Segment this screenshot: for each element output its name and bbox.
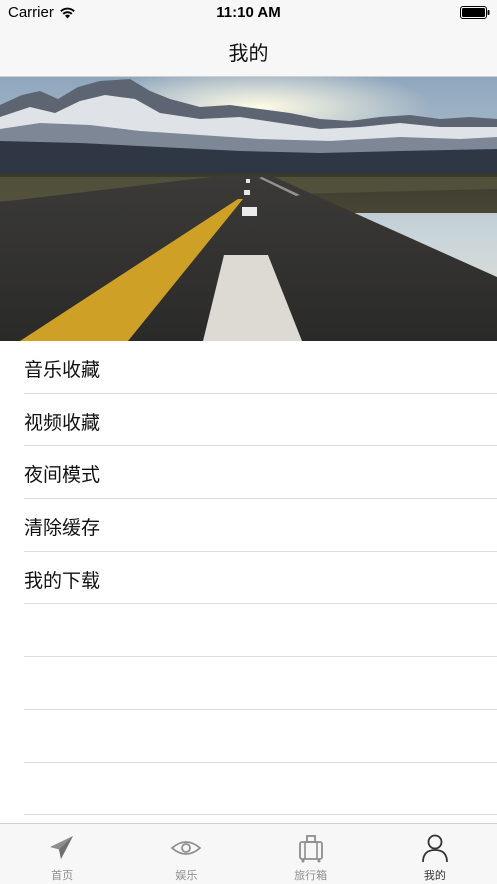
tab-entertainment[interactable]: 娱乐 [124, 824, 248, 884]
tab-label: 旅行箱 [294, 869, 328, 882]
header-banner-image [0, 77, 497, 341]
menu-item-music-favorites[interactable]: 音乐收藏 [24, 341, 497, 394]
tab-label: 首页 [51, 869, 74, 882]
status-time: 11:10 AM [216, 4, 281, 21]
empty-row [24, 657, 497, 710]
tab-suitcase[interactable]: 旅行箱 [249, 824, 373, 884]
person-icon [421, 834, 448, 863]
page-title: 我的 [228, 41, 269, 65]
menu-item-label: 我的下载 [24, 569, 101, 592]
menu-item-label: 视频收藏 [24, 411, 101, 434]
tab-mine[interactable]: 我的 [373, 824, 497, 884]
navigation-bar: 我的 [0, 26, 497, 77]
menu-item-label: 音乐收藏 [24, 359, 101, 381]
menu-item-my-downloads[interactable]: 我的下载 [24, 552, 497, 605]
settings-menu-list: 音乐收藏 视频收藏 夜间模式 清除缓存 我的下载 [0, 341, 497, 823]
tab-home[interactable]: 首页 [0, 824, 124, 884]
menu-item-label: 夜间模式 [24, 464, 101, 487]
menu-item-clear-cache[interactable]: 清除缓存 [24, 499, 497, 552]
menu-item-video-favorites[interactable]: 视频收藏 [24, 394, 497, 447]
tab-bar: 首页 娱乐 旅行箱 我的 [0, 823, 497, 884]
tab-label: 娱乐 [175, 869, 198, 882]
empty-row [24, 710, 497, 763]
paper-plane-icon [50, 836, 74, 859]
eye-icon [170, 841, 202, 855]
tab-label: 我的 [423, 869, 446, 882]
status-bar: Carrier 11:10 AM [0, 0, 497, 26]
empty-row [24, 604, 497, 658]
battery-icon [460, 6, 490, 19]
menu-item-night-mode[interactable]: 夜间模式 [24, 446, 497, 500]
empty-row [24, 763, 497, 816]
suitcase-icon [298, 835, 323, 863]
menu-item-label: 清除缓存 [24, 517, 101, 540]
